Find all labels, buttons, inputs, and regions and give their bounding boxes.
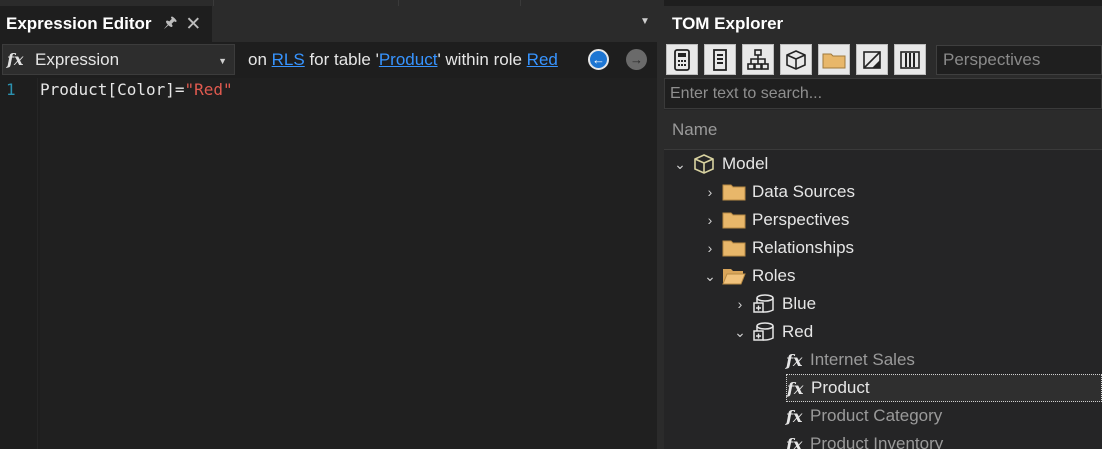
- folder-icon[interactable]: [818, 44, 850, 75]
- role-icon: [752, 321, 776, 343]
- tree-label-model: Model: [722, 154, 769, 173]
- tree-node-roles[interactable]: ⌄ Roles: [702, 262, 795, 290]
- tree-node-rls-product[interactable]: fx Product: [786, 374, 1102, 402]
- folder-open-icon: [722, 266, 746, 286]
- line-number: 1: [6, 80, 16, 99]
- pin-icon[interactable]: 🖈: [163, 12, 177, 37]
- chevron-down-icon[interactable]: ⌄: [672, 156, 688, 173]
- hierarchy-icon[interactable]: [742, 44, 774, 75]
- tom-explorer-panel: TOM Explorer Perspectives Enter text to …: [664, 0, 1102, 449]
- tree-node-relationships[interactable]: › Relationships: [702, 234, 854, 262]
- context-prefix: on: [248, 50, 272, 69]
- tree-label-rls-product-inventory: Product Inventory: [810, 434, 944, 449]
- calculator-icon[interactable]: [666, 44, 698, 75]
- tree-label-roles: Roles: [752, 266, 796, 285]
- fx-icon: fx: [786, 406, 803, 426]
- tree-node-perspectives[interactable]: › Perspectives: [702, 206, 850, 234]
- panel-splitter[interactable]: [657, 0, 664, 449]
- perspectives-dropdown[interactable]: Perspectives: [936, 45, 1102, 75]
- table-product-link[interactable]: Product: [379, 50, 438, 69]
- tree-node-rls-internet-sales[interactable]: fx Internet Sales: [786, 346, 915, 374]
- tree-node-role-blue[interactable]: › Blue: [732, 290, 816, 318]
- code-editor[interactable]: 1 Product[Color]="Red": [0, 78, 657, 449]
- cube-icon[interactable]: [780, 44, 812, 75]
- chevron-down-icon: ▼: [218, 56, 227, 66]
- tree-label-perspectives: Perspectives: [752, 210, 850, 229]
- fx-icon: fx: [786, 350, 803, 370]
- column-list-icon[interactable]: [704, 44, 736, 75]
- chevron-down-icon[interactable]: ⌄: [732, 324, 748, 341]
- chevron-down-icon[interactable]: ⌄: [702, 268, 718, 285]
- model-cube-icon: [692, 153, 716, 175]
- tom-explorer-header: TOM Explorer: [664, 6, 1102, 42]
- chevron-right-icon[interactable]: ›: [702, 184, 718, 200]
- folder-icon: [722, 182, 746, 202]
- navigate-forward-button[interactable]: →: [626, 49, 647, 70]
- context-description: on RLS for table 'Product' within role R…: [248, 50, 558, 70]
- folder-icon: [722, 210, 746, 230]
- tab-divider: [398, 0, 399, 6]
- tab-divider: [213, 0, 214, 6]
- tab-expression-editor[interactable]: Expression Editor 🖈 ✕: [0, 6, 212, 42]
- name-column-header[interactable]: Name: [664, 110, 1102, 150]
- line-number-gutter: 1: [0, 78, 38, 449]
- tab-divider: [520, 0, 521, 6]
- chevron-right-icon[interactable]: ›: [702, 240, 718, 256]
- chevron-right-icon[interactable]: ›: [702, 212, 718, 228]
- navigate-back-button[interactable]: ←: [588, 49, 609, 70]
- editor-toolbar: fx Expression ▼ on RLS for table 'Produc…: [0, 42, 657, 78]
- tree-node-rls-product-inventory[interactable]: fx Product Inventory: [786, 430, 943, 449]
- fx-icon: fx: [787, 378, 804, 398]
- tree-node-role-red[interactable]: ⌄ Red: [732, 318, 813, 346]
- tree-label-rls-product: Product: [811, 378, 870, 397]
- tree-label-rls-internet-sales: Internet Sales: [810, 350, 915, 369]
- tree-label-role-blue: Blue: [782, 294, 817, 313]
- fx-icon: fx: [7, 50, 24, 69]
- tree-node-rls-product-category[interactable]: fx Product Category: [786, 402, 942, 430]
- role-icon: [752, 293, 776, 315]
- chevron-right-icon[interactable]: ›: [732, 296, 748, 312]
- tom-toolbar: Perspectives: [664, 42, 1102, 78]
- fx-icon: fx: [786, 434, 803, 449]
- rls-link[interactable]: RLS: [272, 50, 305, 69]
- tree-label-rls-product-category: Product Category: [810, 406, 943, 425]
- property-selector-value: Expression: [35, 49, 120, 69]
- tree-label-relationships: Relationships: [752, 238, 855, 257]
- tree-node-model[interactable]: ⌄ Model: [672, 150, 768, 178]
- tom-search-input[interactable]: Enter text to search...: [664, 78, 1102, 109]
- tree-node-data-sources[interactable]: › Data Sources: [702, 178, 855, 206]
- chevron-down-icon[interactable]: ▼: [640, 16, 650, 27]
- code-string-literal: "Red": [184, 80, 233, 99]
- role-red-link[interactable]: Red: [527, 50, 558, 69]
- context-middle2: ' within role: [437, 50, 527, 69]
- editor-title: Expression Editor: [6, 14, 152, 33]
- tree-label-data-sources: Data Sources: [752, 182, 855, 201]
- code-background: [40, 78, 657, 449]
- code-expression: Product[Color]=: [40, 80, 185, 99]
- close-icon[interactable]: ✕: [185, 13, 201, 36]
- folder-icon: [722, 238, 746, 258]
- expression-editor-panel: Expression Editor 🖈 ✕ ▼ fx Expression ▼ …: [0, 0, 657, 449]
- tree-label-role-red: Red: [782, 322, 814, 341]
- hidden-objects-icon[interactable]: [856, 44, 888, 75]
- code-line[interactable]: Product[Color]="Red": [40, 80, 233, 99]
- tom-tree: ⌄ Model › Data Sources › Perspectives ›: [664, 150, 1102, 449]
- tom-explorer-title: TOM Explorer: [672, 14, 784, 33]
- property-selector[interactable]: fx Expression ▼: [2, 44, 235, 75]
- context-middle: for table ': [304, 50, 379, 69]
- columns-icon[interactable]: [894, 44, 926, 75]
- editor-tab-strip: Expression Editor 🖈 ✕ ▼: [0, 0, 657, 42]
